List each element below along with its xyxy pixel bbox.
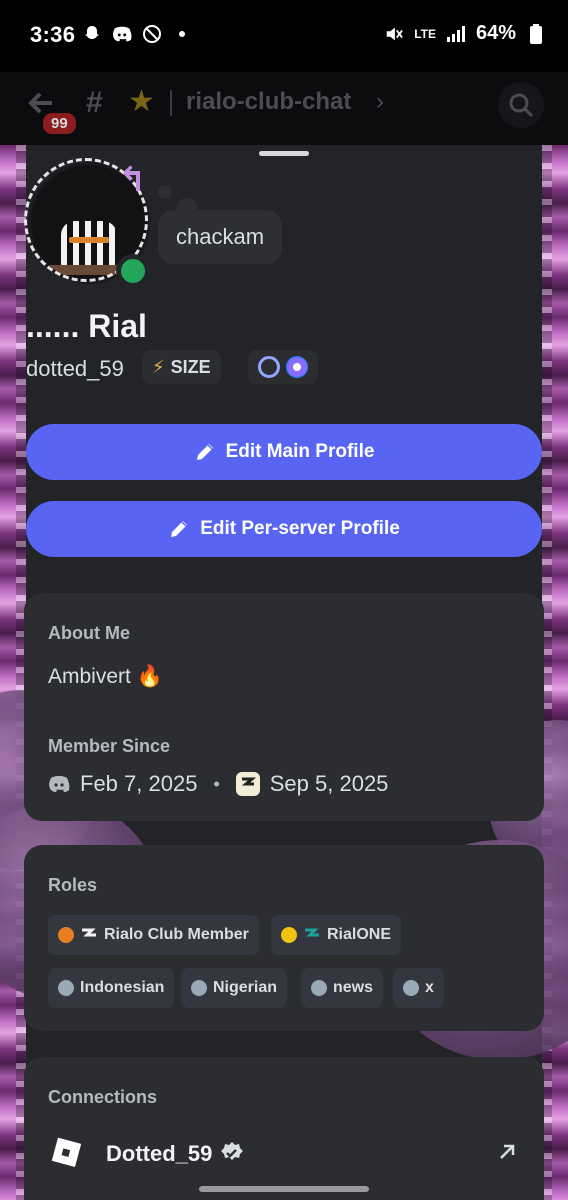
role-label: news (333, 979, 374, 996)
status-bar: 3:36 LTE 64% (0, 0, 568, 72)
pencil-icon (196, 444, 213, 460)
connection-item[interactable]: Dotted_59 (48, 1137, 520, 1173)
edit-server-profile-button[interactable]: Edit Per-server Profile (26, 501, 542, 557)
search-button[interactable] (498, 82, 544, 128)
locked-channel-icon: # (86, 86, 103, 119)
connections-card: Connections Dotted_59 (24, 1057, 544, 1200)
edit-main-profile-button[interactable]: Edit Main Profile (26, 424, 542, 480)
more-notifications-icon (172, 24, 192, 44)
role-color-dot (58, 927, 74, 943)
channel-header: 99 # ★ rialo-club-chat › (0, 72, 568, 142)
system-icons: LTE 64% (384, 22, 546, 45)
laurel-badge-icon (258, 356, 280, 378)
server-icon (235, 772, 260, 796)
battery-icon (526, 23, 546, 44)
profile-frame-left (0, 145, 26, 1200)
profile-badges[interactable] (248, 350, 318, 384)
status-time: 3:36 (30, 22, 76, 47)
battery-level: 64% (475, 22, 516, 44)
role-chip[interactable]: Nigerian (181, 968, 288, 1008)
server-join-date: Sep 5, 2025 (269, 771, 389, 796)
app-root: 3:36 LTE 64% 99 # ★ rialo-club-chat › ↰ … (0, 0, 568, 1200)
discord-logo-icon (49, 776, 70, 792)
role-label: Nigerian (213, 979, 278, 996)
chevron-right-icon: › (376, 88, 384, 115)
role-chip[interactable]: Indonesian (48, 968, 175, 1008)
separator-dot: • (213, 773, 220, 794)
pencil-icon (171, 521, 188, 537)
header-divider (170, 90, 172, 116)
discord-icon (112, 24, 132, 44)
custom-status[interactable]: chackam (158, 210, 283, 264)
role-label: Rialo Club Member (104, 926, 249, 943)
arrow-decoration-icon: ↰ (118, 161, 147, 199)
home-indicator[interactable] (199, 1186, 369, 1192)
status-bubble-tail (158, 185, 172, 199)
snapchat-icon (82, 24, 102, 44)
nitro-badge-icon (286, 356, 308, 378)
connection-name: Dotted_59 (106, 1141, 213, 1166)
role-label: x (425, 979, 434, 996)
role-color-dot (281, 927, 297, 943)
verified-icon (221, 1142, 243, 1160)
role-color-dot (191, 980, 207, 996)
role-chip[interactable]: RialONE (271, 915, 402, 955)
edit-server-profile-label: Edit Per-server Profile (200, 518, 400, 539)
mute-icon (384, 24, 404, 44)
channel-title[interactable]: rialo-club-chat (186, 88, 351, 116)
unread-badge: 99 (40, 110, 79, 137)
role-color-dot (58, 980, 74, 996)
star-icon: ★ (128, 85, 155, 118)
about-text: Ambivert 🔥 (48, 665, 163, 688)
role-chip[interactable]: news (301, 968, 384, 1008)
role-icon (82, 928, 96, 937)
about-card: About Me Ambivert 🔥 Member Since Feb 7, … (24, 593, 544, 821)
online-status-indicator (116, 254, 150, 288)
roles-heading: Roles (48, 875, 98, 895)
role-chip[interactable]: Rialo Club Member (48, 915, 259, 955)
role-color-dot (311, 980, 327, 996)
edit-main-profile-label: Edit Main Profile (225, 441, 375, 462)
no-disturb-icon (142, 24, 162, 44)
role-chip[interactable]: x (393, 968, 444, 1008)
role-label: Indonesian (80, 979, 165, 996)
member-since-row: Feb 7, 2025 • Sep 5, 2025 (48, 771, 388, 797)
search-icon (509, 93, 534, 118)
notification-icons (82, 24, 192, 44)
external-link-icon[interactable] (494, 1139, 520, 1165)
roles-card: Roles Rialo Club Member RialONE Indonesi… (24, 845, 544, 1031)
role-icon (305, 928, 319, 937)
server-tag[interactable]: ⚡ SIZE (142, 350, 221, 384)
role-label: RialONE (327, 926, 392, 943)
lightning-icon: ⚡ (152, 356, 165, 377)
connections-heading: Connections (48, 1087, 158, 1107)
discord-join-date: Feb 7, 2025 (80, 771, 198, 796)
signal-icon (446, 24, 466, 44)
about-heading: About Me (48, 623, 130, 643)
network-type: LTE (414, 26, 436, 41)
sheet-grabber[interactable] (259, 151, 309, 156)
role-color-dot (403, 980, 419, 996)
roblox-icon (51, 1137, 82, 1168)
member-since-heading: Member Since (48, 736, 171, 756)
server-tag-label: SIZE (170, 356, 211, 377)
display-name: ...... Rial (26, 308, 147, 344)
username[interactable]: dotted_59 (26, 356, 124, 382)
